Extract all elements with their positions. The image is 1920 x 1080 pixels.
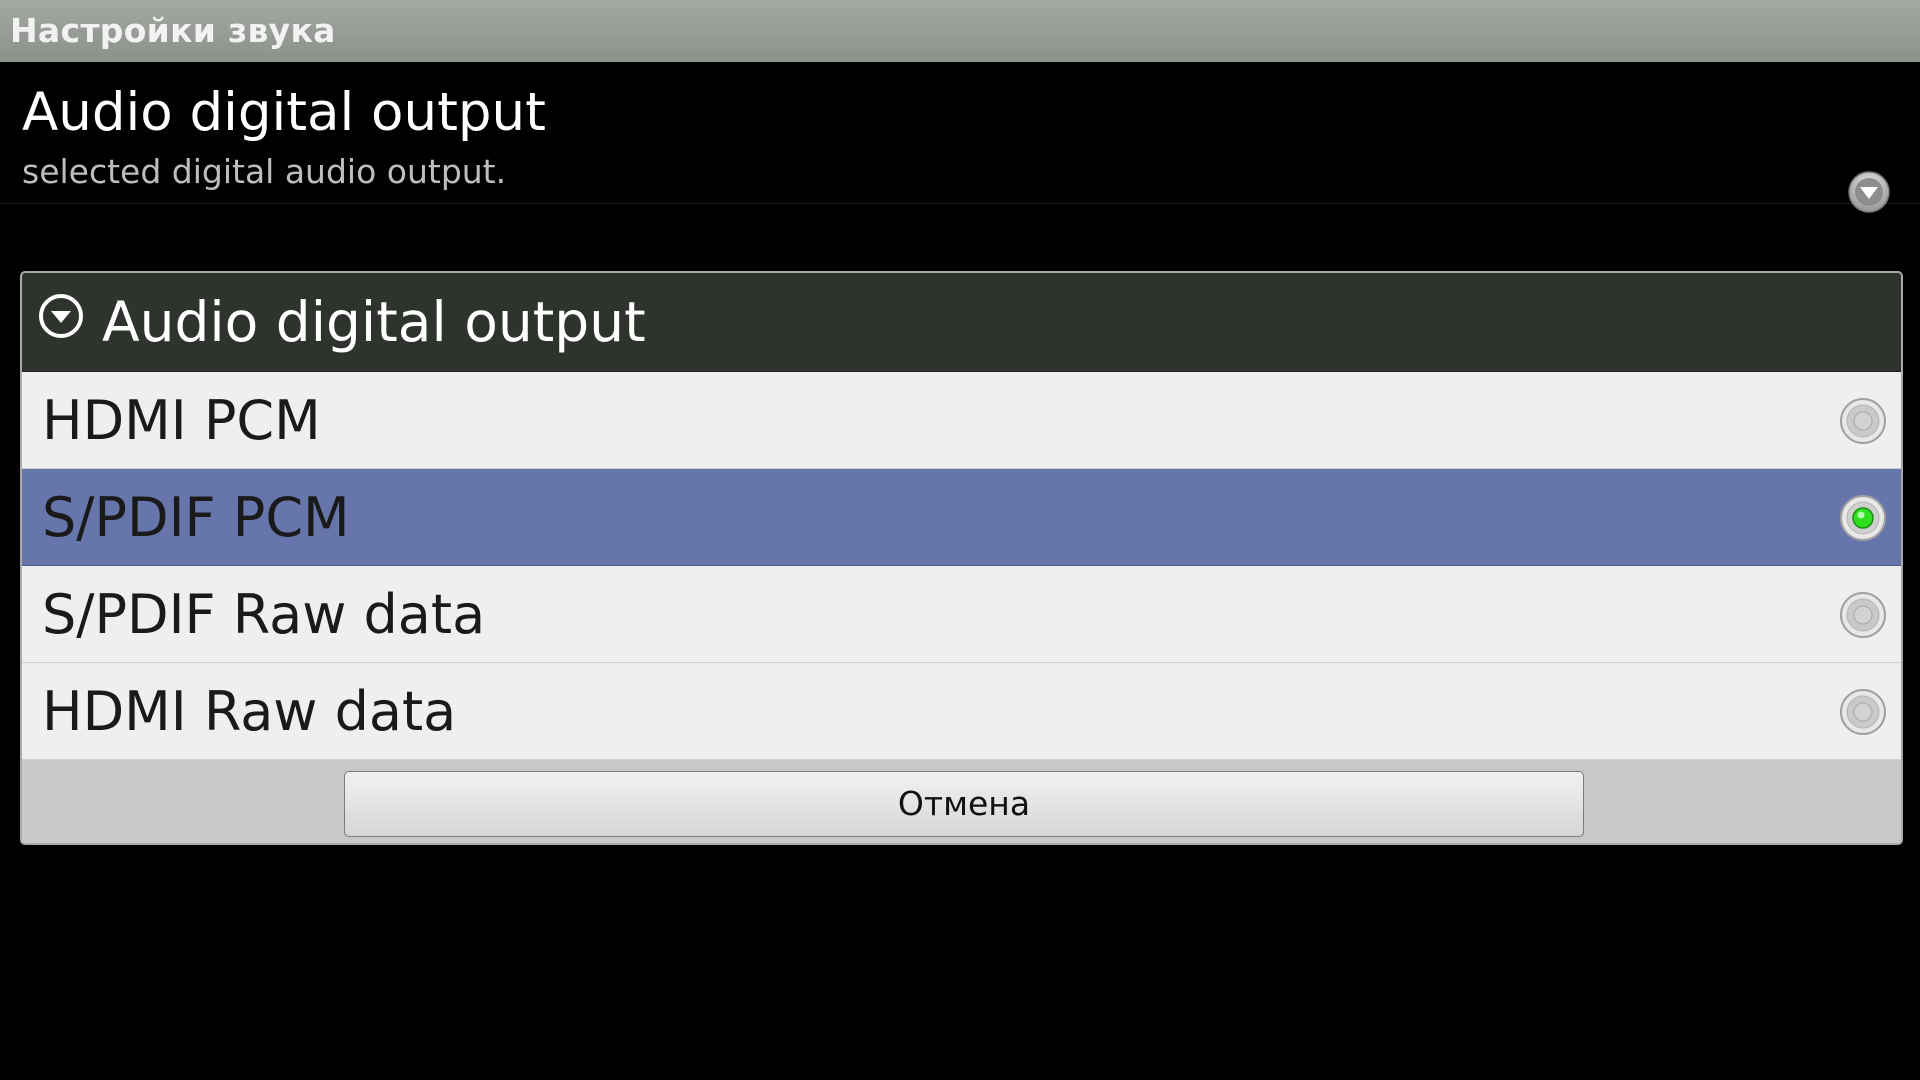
select-dialog: Audio digital output HDMI PCM S/PDIF PCM… (20, 271, 1903, 845)
dialog-footer: Отмена (22, 761, 1901, 843)
option-hdmi-raw[interactable]: HDMI Raw data (22, 663, 1901, 760)
options-list: HDMI PCM S/PDIF PCM S/PDIF Raw data HDMI… (22, 372, 1901, 760)
preference-summary: selected digital audio output. (22, 152, 507, 191)
cancel-button[interactable]: Отмена (344, 771, 1584, 837)
option-spdif-raw[interactable]: S/PDIF Raw data (22, 566, 1901, 663)
radio-button[interactable] (1839, 688, 1887, 736)
dialog-title: Audio digital output (102, 290, 646, 354)
dropdown-arrow-icon (39, 294, 83, 338)
audio-digital-output-preference[interactable]: Audio digital output selected digital au… (0, 62, 1920, 213)
radio-button[interactable] (1839, 591, 1887, 639)
dropdown-arrow-icon (1848, 171, 1890, 213)
title-bar: Настройки звука (0, 0, 1920, 62)
option-hdmi-pcm[interactable]: HDMI PCM (22, 372, 1901, 469)
dialog-header: Audio digital output (22, 273, 1901, 372)
option-label: HDMI PCM (42, 389, 321, 452)
option-label: HDMI Raw data (42, 680, 457, 743)
radio-button-checked[interactable] (1839, 494, 1887, 542)
preference-title: Audio digital output (22, 82, 546, 143)
window-title: Настройки звука (10, 11, 336, 50)
option-label: S/PDIF PCM (42, 486, 350, 549)
radio-button[interactable] (1839, 397, 1887, 445)
option-spdif-pcm[interactable]: S/PDIF PCM (22, 469, 1901, 566)
option-label: S/PDIF Raw data (42, 583, 486, 646)
